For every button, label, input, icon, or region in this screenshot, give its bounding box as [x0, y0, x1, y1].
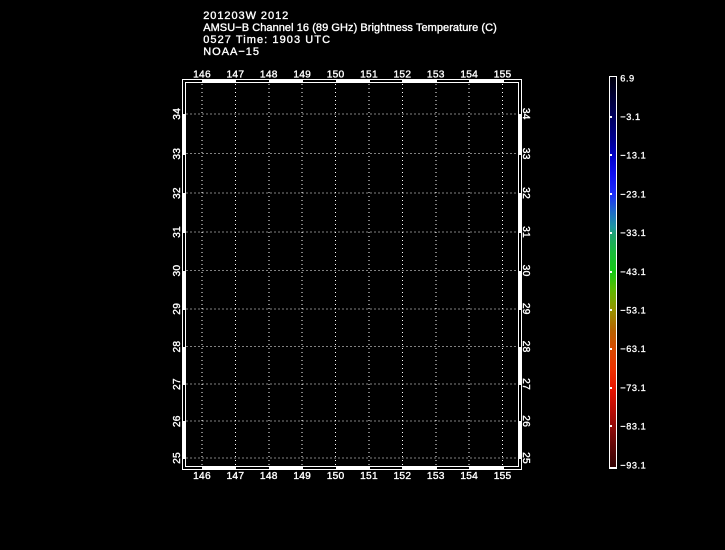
svg-text:−63.1: −63.1	[620, 344, 646, 354]
svg-text:154: 154	[460, 471, 478, 482]
svg-text:154: 154	[460, 70, 478, 81]
svg-text:−73.1: −73.1	[620, 383, 646, 393]
svg-text:31: 31	[520, 226, 531, 238]
svg-text:153: 153	[427, 70, 445, 81]
svg-text:26: 26	[172, 415, 183, 427]
svg-text:155: 155	[494, 70, 512, 81]
svg-text:148: 148	[260, 471, 278, 482]
svg-text:150: 150	[327, 471, 345, 482]
svg-text:146: 146	[193, 70, 211, 81]
svg-text:25: 25	[172, 452, 183, 464]
svg-text:34: 34	[172, 108, 183, 120]
svg-text:150: 150	[327, 70, 345, 81]
svg-text:152: 152	[394, 471, 412, 482]
svg-text:0527 Time: 1903 UTC: 0527 Time: 1903 UTC	[203, 34, 331, 46]
svg-text:201203W 2012: 201203W 2012	[203, 10, 289, 22]
svg-text:−13.1: −13.1	[620, 151, 646, 161]
svg-text:NOAA−15: NOAA−15	[203, 46, 260, 58]
svg-text:27: 27	[520, 378, 531, 390]
svg-text:155: 155	[494, 471, 512, 482]
svg-text:27: 27	[172, 378, 183, 390]
svg-text:153: 153	[427, 471, 445, 482]
svg-text:−93.1: −93.1	[620, 460, 646, 470]
svg-text:147: 147	[227, 70, 245, 81]
svg-text:34: 34	[520, 108, 531, 120]
svg-text:25: 25	[520, 452, 531, 464]
svg-text:28: 28	[520, 341, 531, 353]
svg-text:32: 32	[172, 187, 183, 199]
svg-text:AMSU−B Channel 16 (89 GHz) Bri: AMSU−B Channel 16 (89 GHz) Brightness Te…	[203, 22, 497, 34]
svg-text:33: 33	[172, 148, 183, 160]
svg-text:32: 32	[520, 187, 531, 199]
svg-text:151: 151	[360, 471, 378, 482]
svg-text:−33.1: −33.1	[620, 228, 646, 238]
svg-text:−23.1: −23.1	[620, 189, 646, 199]
svg-text:151: 151	[360, 70, 378, 81]
svg-text:6.9: 6.9	[620, 73, 634, 83]
svg-text:149: 149	[293, 471, 311, 482]
svg-text:−43.1: −43.1	[620, 267, 646, 277]
svg-text:146: 146	[193, 471, 211, 482]
svg-text:149: 149	[293, 70, 311, 81]
svg-text:31: 31	[172, 226, 183, 238]
svg-text:30: 30	[172, 265, 183, 277]
svg-text:29: 29	[172, 303, 183, 315]
svg-text:28: 28	[172, 341, 183, 353]
svg-text:29: 29	[520, 303, 531, 315]
svg-text:−3.1: −3.1	[620, 112, 640, 122]
svg-text:148: 148	[260, 70, 278, 81]
svg-text:−83.1: −83.1	[620, 422, 646, 432]
svg-text:26: 26	[520, 415, 531, 427]
svg-text:147: 147	[227, 471, 245, 482]
svg-text:−53.1: −53.1	[620, 306, 646, 316]
svg-text:33: 33	[520, 148, 531, 160]
svg-text:30: 30	[520, 265, 531, 277]
svg-text:152: 152	[394, 70, 412, 81]
